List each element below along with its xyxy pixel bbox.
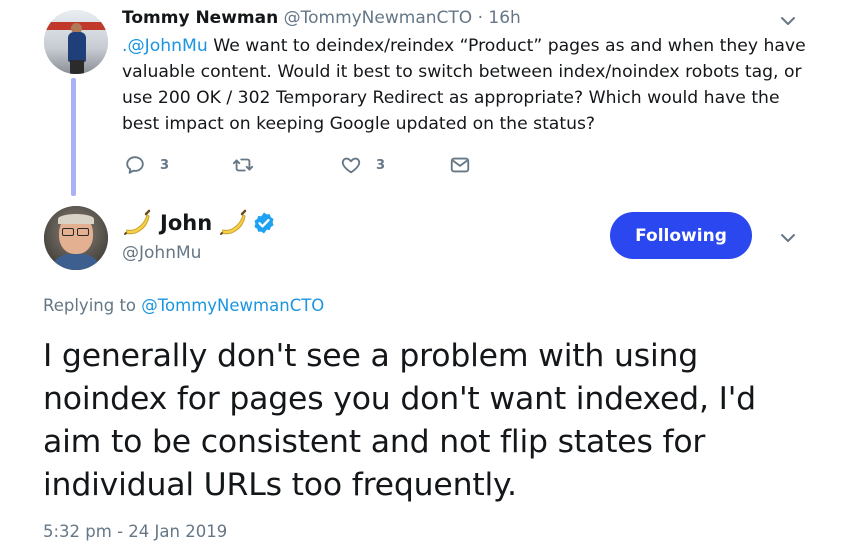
reply-action[interactable]: 3 bbox=[124, 154, 169, 176]
replying-to-line: Replying to @TommyNewmanCTO bbox=[43, 296, 324, 315]
avatar-glasses-right bbox=[77, 228, 89, 236]
direct-message-action[interactable] bbox=[449, 154, 471, 176]
main-tweet-text: I generally don't see a problem with usi… bbox=[43, 338, 756, 503]
main-author-name[interactable]: John bbox=[160, 211, 212, 235]
retweet-action[interactable] bbox=[232, 154, 254, 176]
avatar-john-mu[interactable] bbox=[44, 206, 108, 270]
heart-icon[interactable] bbox=[340, 154, 362, 176]
avatar-body bbox=[68, 32, 86, 62]
mention-link[interactable]: .@JohnMu bbox=[122, 36, 208, 56]
verified-badge-icon bbox=[254, 212, 274, 234]
chevron-down-icon[interactable] bbox=[779, 12, 797, 30]
like-action[interactable]: 3 bbox=[340, 154, 385, 176]
banana-emoji-icon bbox=[124, 209, 151, 235]
parent-tweet-body: We want to deindex/reindex “Product” pag… bbox=[122, 36, 806, 134]
parent-tweet-text: .@JohnMu We want to deindex/reindex “Pro… bbox=[122, 33, 812, 137]
thread-connector-line bbox=[71, 78, 76, 196]
chevron-down-icon[interactable] bbox=[779, 229, 797, 247]
parent-author-handle[interactable]: @TommyNewmanCTO bbox=[284, 8, 473, 28]
main-author-handle[interactable]: @JohnMu bbox=[122, 243, 201, 263]
retweet-icon[interactable] bbox=[232, 154, 254, 176]
parent-tweet-time[interactable]: 16h bbox=[488, 8, 520, 28]
avatar-legs bbox=[70, 60, 84, 74]
like-count: 3 bbox=[376, 157, 386, 173]
parent-tweet-header: Tommy Newman @TommyNewmanCTO · 16h bbox=[122, 8, 521, 28]
envelope-icon[interactable] bbox=[449, 154, 471, 176]
banana-emoji-icon bbox=[220, 209, 247, 235]
following-button[interactable]: Following bbox=[610, 212, 752, 259]
avatar-glasses-left bbox=[62, 228, 74, 236]
tweet-timestamp[interactable]: 5:32 pm - 24 Jan 2019 bbox=[43, 522, 227, 541]
reply-icon[interactable] bbox=[124, 154, 146, 176]
header-separator: · bbox=[477, 8, 483, 28]
avatar-tommy-newman[interactable] bbox=[44, 10, 108, 74]
reply-count: 3 bbox=[160, 157, 170, 173]
replying-to-prefix: Replying to bbox=[43, 296, 142, 315]
parent-author-name[interactable]: Tommy Newman bbox=[122, 8, 278, 28]
replying-to-mention[interactable]: @TommyNewmanCTO bbox=[141, 296, 324, 315]
avatar-hair bbox=[58, 214, 94, 224]
main-author-name-row[interactable]: John bbox=[122, 208, 276, 238]
